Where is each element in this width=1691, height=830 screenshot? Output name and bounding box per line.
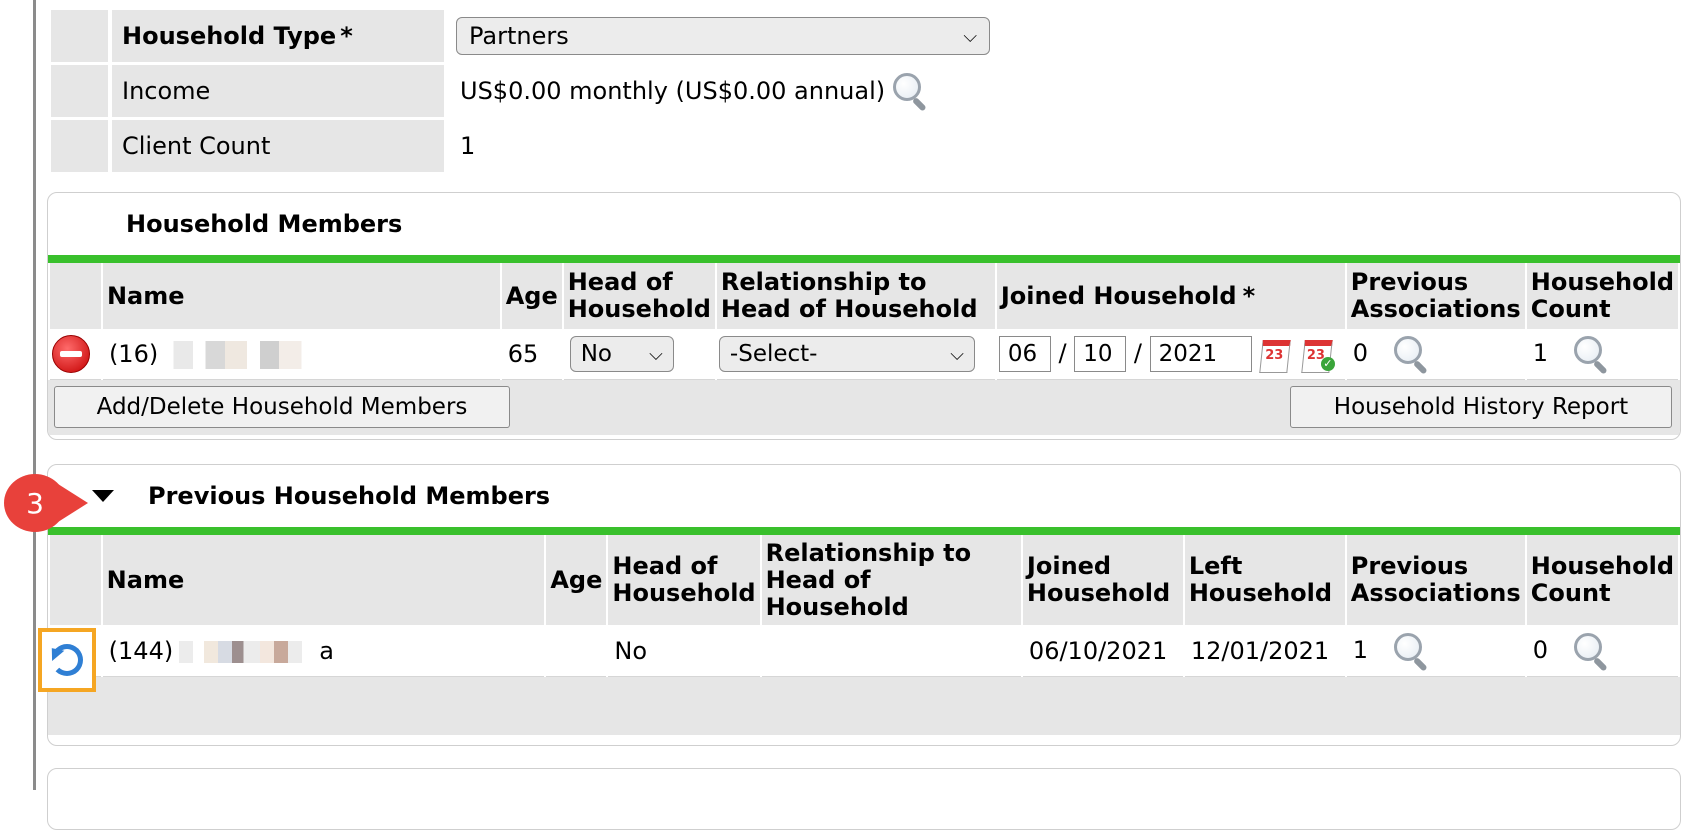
household-members-table: Name Age Head of Household Relationship t… xyxy=(48,263,1680,380)
col-head: Head of Household xyxy=(563,263,715,329)
income-label: Income xyxy=(112,65,444,117)
col-relationship: Relationship to Head of Household xyxy=(716,263,995,329)
previous-members-table: Name Age Head of Household Relationship t… xyxy=(48,535,1680,677)
client-count-row: Client Count 1 xyxy=(51,120,475,172)
member-name: (16) xyxy=(108,339,159,368)
household-type-label: Household Type * xyxy=(112,10,444,62)
household-count-value: 1 xyxy=(1532,339,1549,367)
household-history-report-button[interactable]: Household History Report xyxy=(1290,386,1672,428)
client-count-label: Client Count xyxy=(112,120,444,172)
household-members-panel: Household Members Name Age Head of Househ… xyxy=(47,192,1681,440)
add-delete-members-button[interactable]: Add/Delete Household Members xyxy=(54,386,510,428)
col-name: Name xyxy=(102,535,545,625)
relationship-select[interactable]: -Select- ⌵ xyxy=(718,336,975,372)
col-count: Household Count xyxy=(1526,535,1678,625)
col-name: Name xyxy=(102,263,500,329)
restore-icon[interactable] xyxy=(51,644,83,676)
col-previous: Previous Associations xyxy=(1346,263,1525,329)
household-members-title: Household Members xyxy=(126,210,403,238)
income-search-icon[interactable] xyxy=(891,71,931,112)
step-badge-pointer xyxy=(58,484,88,522)
table-row: (144) a No 06/10/2021 12/01/2021 1 0 xyxy=(50,625,1678,677)
calendar-today-icon[interactable]: 23 ✓ xyxy=(1301,336,1335,373)
member-age: 65 xyxy=(501,329,562,380)
table-row: (16) 65 No ⌵ -Select- ⌵ 06 / 10 / 2021 23 … xyxy=(50,329,1678,380)
income-value: US$0.00 monthly (US$0.00 annual) xyxy=(460,77,886,105)
redacted-name xyxy=(179,640,320,663)
col-previous: Previous Associations xyxy=(1346,535,1525,625)
left-border-line xyxy=(33,0,36,790)
restore-member-highlight xyxy=(38,628,96,692)
prev-associations-value: 1 xyxy=(1352,635,1369,664)
calendar-icon[interactable]: 23 xyxy=(1259,336,1293,373)
col-joined: Joined Household * xyxy=(996,263,1345,329)
joined-month-input[interactable]: 06 xyxy=(998,336,1051,372)
prev-member-name: (144) xyxy=(108,636,174,665)
joined-year-input[interactable]: 2021 xyxy=(1149,336,1252,372)
redacted-name xyxy=(164,340,325,369)
income-row: Income US$0.00 monthly (US$0.00 annual) xyxy=(51,65,931,117)
prev-relationship-value xyxy=(761,625,1021,677)
prev-left-value: 12/01/2021 xyxy=(1184,625,1345,677)
previous-members-footer xyxy=(48,677,1680,735)
col-head: Head of Household xyxy=(608,535,760,625)
previous-associations-search-icon[interactable] xyxy=(1392,334,1432,375)
col-relationship: Relationship to Head of Household xyxy=(761,535,1021,625)
col-age: Age xyxy=(546,535,607,625)
prev-associations-search-icon[interactable] xyxy=(1392,631,1432,672)
household-type-row: Household Type * Partners ⌵ xyxy=(51,10,990,62)
next-panel xyxy=(47,768,1681,830)
prev-count-value: 0 xyxy=(1532,635,1549,664)
household-members-footer: Add/Delete Household Members Household H… xyxy=(48,380,1680,435)
green-divider xyxy=(48,255,1680,263)
col-left: Left Household xyxy=(1184,535,1345,625)
head-of-household-select[interactable]: No ⌵ xyxy=(569,336,674,372)
prev-joined-value: 06/10/2021 xyxy=(1022,625,1183,677)
col-count: Household Count xyxy=(1526,263,1678,329)
chevron-down-icon: ⌵ xyxy=(950,343,964,365)
client-count-value: 1 xyxy=(460,132,476,160)
chevron-down-icon: ⌵ xyxy=(963,25,977,47)
remove-member-icon[interactable] xyxy=(52,335,90,373)
household-type-select[interactable]: Partners ⌵ xyxy=(456,17,990,55)
household-count-search-icon[interactable] xyxy=(1572,334,1612,375)
prev-count-search-icon[interactable] xyxy=(1572,631,1612,672)
previous-members-panel: Previous Household Members Name Age Head… xyxy=(47,464,1681,746)
col-age: Age xyxy=(501,263,562,329)
prev-member-age xyxy=(546,625,607,677)
joined-day-input[interactable]: 10 xyxy=(1074,336,1127,372)
green-divider xyxy=(48,527,1680,535)
chevron-down-icon: ⌵ xyxy=(649,343,663,365)
previous-associations-value: 0 xyxy=(1352,339,1369,367)
prev-head-value: No xyxy=(608,625,760,677)
collapse-caret-icon[interactable] xyxy=(92,490,114,502)
previous-members-title: Previous Household Members xyxy=(148,482,551,510)
step-badge: 3 xyxy=(4,474,66,532)
col-joined: Joined Household xyxy=(1022,535,1183,625)
